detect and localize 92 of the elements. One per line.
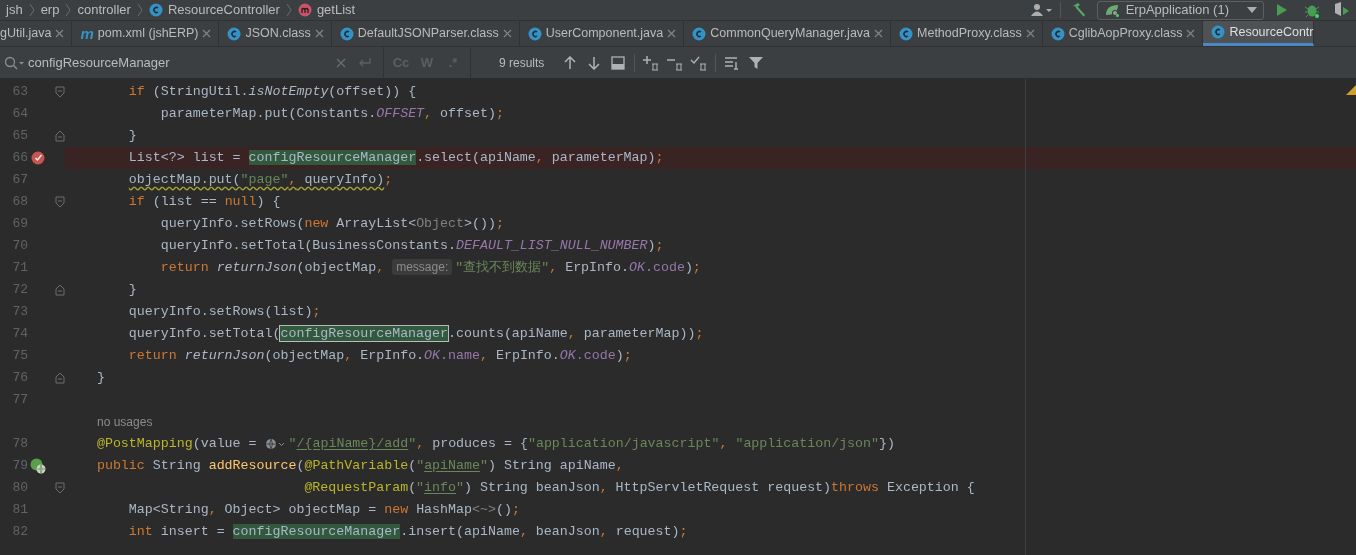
- warning-icon[interactable]: [1346, 85, 1356, 95]
- editor-tab[interactable]: CommonQueryManager.java: [684, 21, 892, 46]
- run-config-dropdown[interactable]: ErpApplication (1): [1096, 0, 1264, 20]
- class-icon: [1050, 26, 1065, 41]
- code-line: public String addResource(@PathVariable("apiName") String apiName,: [95, 457, 624, 476]
- search-icon[interactable]: [4, 55, 26, 70]
- line-number: 75: [11, 347, 28, 366]
- code-line: @RequestParam("info") String beanJson, HttpServletRequest request)throws Exception {: [303, 479, 975, 498]
- code-line: return returnJson(objectMap, message: "查找不到数据", ErpInfo.OK.code);: [159, 258, 701, 278]
- editor-tab[interactable]: m pom.xml (jshERP): [72, 21, 220, 46]
- code-line: "/{apiName}/add", produces = {"application/javascript", "application/json"}): [288, 435, 895, 454]
- code-line: }: [127, 281, 137, 300]
- fold-icon[interactable]: [55, 372, 65, 384]
- line-number: 71: [11, 259, 28, 278]
- caret-icon: [1247, 7, 1257, 13]
- chevron-icon: [136, 3, 143, 17]
- close-icon[interactable]: [874, 29, 884, 38]
- line-number: 69: [11, 215, 28, 234]
- editor-tab[interactable]: UserComponent.java: [519, 21, 685, 46]
- spring-icon: [1103, 3, 1120, 17]
- maven-icon: m: [80, 26, 94, 41]
- line-number: 73: [11, 303, 28, 322]
- breadcrumb-item[interactable]: jsh: [6, 0, 23, 20]
- line-number: 72: [11, 281, 28, 300]
- results-count: 9 results: [499, 54, 545, 72]
- editor-tab[interactable]: MethodProxy.class: [891, 21, 1043, 46]
- fold-icon[interactable]: [55, 130, 65, 142]
- code-line: @PostMapping(value =: [95, 435, 258, 454]
- class-icon: [692, 26, 707, 41]
- class-icon: [227, 26, 242, 41]
- line-number: 63: [11, 83, 28, 102]
- method-icon: [297, 3, 312, 17]
- close-icon[interactable]: [667, 29, 677, 38]
- line-number: 74: [11, 325, 28, 344]
- chevron-icon: [285, 3, 292, 17]
- class-icon: [148, 3, 163, 17]
- line-number: 81: [11, 501, 28, 520]
- chevron-icon: [65, 3, 72, 17]
- close-icon[interactable]: [55, 29, 65, 38]
- class-icon: [1211, 25, 1226, 39]
- breadcrumb-item[interactable]: getList: [316, 0, 356, 20]
- code-line: queryInfo.setRows(new ArrayList<Object>());: [159, 215, 504, 234]
- code-line: return returnJson(objectMap, ErpInfo.OK.name, ErpInfo.OK.code);: [127, 347, 632, 366]
- web-endpoint-icon[interactable]: [30, 458, 46, 474]
- line-number: 78: [11, 435, 28, 454]
- editor-tab[interactable]: ResourceContr: [1203, 21, 1315, 46]
- class-icon: [899, 26, 914, 41]
- line-number: 66: [11, 149, 28, 168]
- code-line: objectMap.put("page", queryInfo);: [127, 171, 393, 190]
- class-icon: [339, 26, 354, 41]
- globe-icon[interactable]: [264, 438, 287, 450]
- line-number: 70: [11, 237, 28, 256]
- code-line: queryInfo.setRows(list);: [127, 303, 321, 322]
- fold-icon[interactable]: [55, 284, 65, 296]
- editor-tab[interactable]: JSON.class: [219, 21, 332, 46]
- close-icon[interactable]: [1025, 29, 1035, 38]
- code-line: if (list == null) {: [127, 193, 281, 212]
- line-number: 79: [11, 457, 28, 476]
- code-line: parameterMap.put(Constants.OFFSET, offset);: [159, 105, 504, 124]
- breakpoint-icon[interactable]: [31, 151, 45, 165]
- search-field[interactable]: configResourceManager: [28, 52, 329, 73]
- line-number: 80: [11, 479, 28, 498]
- code-line: }: [95, 369, 105, 388]
- code-line: queryInfo.setTotal(configResourceManager.counts(apiName, parameterMap));: [127, 325, 704, 344]
- code-line: int insert = configResourceManager.insert(apiName, beanJson, request);: [127, 523, 688, 542]
- close-icon[interactable]: [502, 29, 512, 38]
- breadcrumb-item[interactable]: erp: [40, 0, 60, 20]
- breadcrumb-item[interactable]: ResourceController: [167, 0, 280, 20]
- fold-icon[interactable]: [55, 482, 65, 494]
- code-line: }: [127, 127, 137, 146]
- line-number: 64: [11, 105, 28, 124]
- editor-tab[interactable]: DefaultJSONParser.class: [331, 21, 520, 46]
- editor-tab[interactable]: gUtil.java: [0, 21, 73, 46]
- code-line: queryInfo.setTotal(BusinessConstants.DEFAULT_LIST_NULL_NUMBER);: [159, 237, 664, 256]
- close-icon[interactable]: [202, 29, 212, 38]
- code-line: if (StringUtil.isNotEmpty(offset)) {: [127, 83, 417, 102]
- line-number: 65: [11, 127, 28, 146]
- fold-icon[interactable]: [55, 86, 65, 98]
- line-number: 67: [11, 171, 28, 190]
- close-icon[interactable]: [314, 29, 324, 38]
- line-number: 68: [11, 193, 28, 212]
- class-icon: [527, 26, 542, 41]
- chevron-icon: [28, 3, 35, 17]
- usages-hint[interactable]: no usages: [97, 413, 153, 431]
- line-number: 77: [11, 391, 28, 410]
- fold-icon[interactable]: [55, 196, 65, 208]
- line-number: 76: [11, 369, 28, 388]
- line-number: 82: [11, 523, 28, 542]
- breadcrumb-item[interactable]: controller: [77, 0, 131, 20]
- code-line: List<?> list = configResourceManager.select(apiName, parameterMap);: [127, 149, 664, 168]
- code-line: Map<String, Object> objectMap = new HashMap<~>();: [127, 501, 520, 520]
- close-icon[interactable]: [1186, 29, 1196, 38]
